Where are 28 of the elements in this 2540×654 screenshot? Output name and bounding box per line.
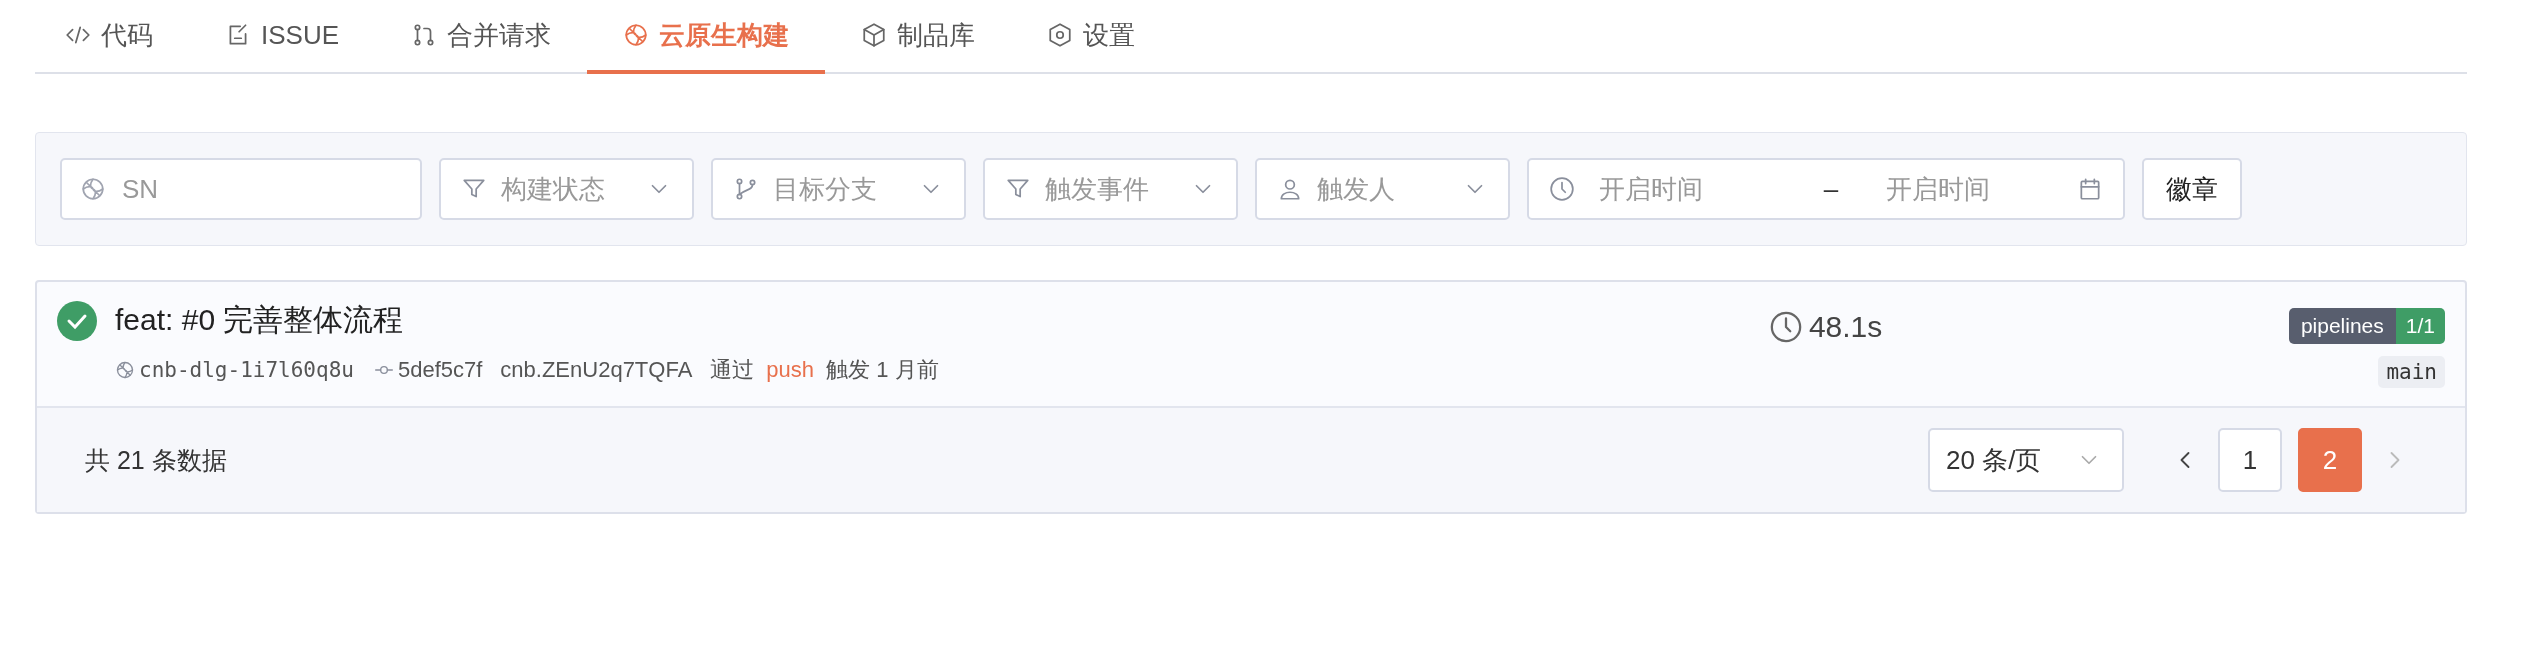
page-size-select[interactable]: 20 条/页 <box>1928 428 2124 492</box>
total-count: 共 21 条数据 <box>85 444 228 476</box>
build-title[interactable]: feat: #0 完善整体流程 <box>115 300 404 341</box>
build-duration: 48.1s <box>1808 310 1883 344</box>
nav-tab[interactable]: ISSUE <box>189 0 376 74</box>
branch-tag: main <box>2378 356 2445 388</box>
via-text: 通过 <box>710 356 755 384</box>
build-icon <box>80 176 106 202</box>
box-icon <box>861 22 888 48</box>
build-icon <box>623 22 650 48</box>
build-icon <box>115 360 135 380</box>
trigger-time: 触发 1 月前 <box>826 356 939 384</box>
build-sn: cnb-dlg-1i7l60q8u <box>139 358 354 382</box>
commit-hash[interactable]: 5def5c7f <box>397 357 483 383</box>
branch-icon <box>733 176 759 202</box>
build-user: cnb.ZEnU2q7TQFA <box>500 357 693 383</box>
clock-icon <box>1549 176 1575 202</box>
settings-icon <box>1047 22 1074 48</box>
nav-tab[interactable]: 制品库 <box>825 0 1012 74</box>
nav-tab[interactable]: 合并请求 <box>375 0 588 74</box>
page-button[interactable]: 1 <box>2218 428 2282 492</box>
calendar-icon <box>2077 176 2103 202</box>
nav-tab[interactable]: 代码 <box>65 0 189 74</box>
clock-icon <box>1768 310 1803 344</box>
nav-tab[interactable]: 设置 <box>1011 0 1172 74</box>
sn-field[interactable]: SN <box>60 158 422 220</box>
date-range-field[interactable]: 开启时间 – 开启时间 <box>1527 158 2125 220</box>
badge-button[interactable]: 徽章 <box>2142 158 2242 220</box>
